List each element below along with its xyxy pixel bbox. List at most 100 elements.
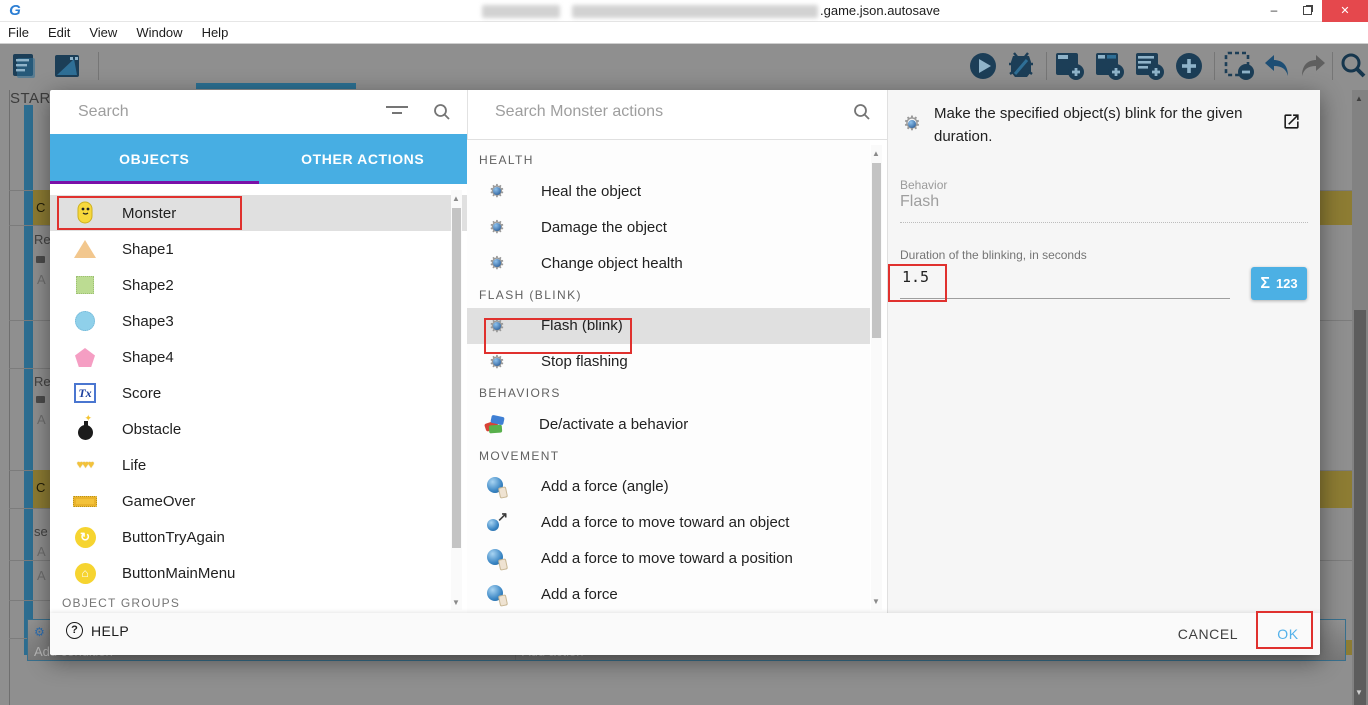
- action-row-force-toward-position[interactable]: Add a force to move toward a position: [467, 541, 870, 577]
- ok-button[interactable]: OK: [1264, 621, 1312, 647]
- action-row-flash-blink[interactable]: ⚙ Flash (blink): [467, 307, 870, 344]
- open-in-new-icon[interactable]: [1282, 112, 1301, 136]
- action-search-input[interactable]: [495, 98, 825, 126]
- object-row-shape1[interactable]: Shape1: [50, 231, 467, 267]
- action-row-add-force-partial[interactable]: Add a force: [467, 577, 870, 613]
- help-label: HELP: [91, 622, 130, 639]
- gdevelop-logo-icon: G: [9, 2, 21, 19]
- action-list-scrollbar[interactable]: ▲ ▼: [871, 145, 882, 610]
- object-row-buttonmainmenu[interactable]: ⌂ ButtonMainMenu: [50, 555, 467, 591]
- add-subevent-icon[interactable]: [1092, 49, 1126, 83]
- action-row-deactivate-behavior[interactable]: De/activate a behavior: [467, 406, 870, 442]
- redo-icon[interactable]: [1296, 49, 1330, 83]
- comment-block: [1320, 190, 1352, 225]
- toolbar-separator: [98, 52, 99, 80]
- object-row-shape3[interactable]: Shape3: [50, 303, 467, 339]
- scrollbar-thumb[interactable]: [452, 208, 461, 548]
- object-label: Life: [122, 456, 147, 474]
- object-label: Monster: [122, 204, 177, 222]
- tab-other-actions[interactable]: OTHER ACTIONS: [259, 134, 468, 184]
- close-button[interactable]: ✕: [1322, 0, 1368, 22]
- text-fragment: A: [37, 412, 46, 427]
- object-row-shape4[interactable]: Shape4: [50, 339, 467, 375]
- object-row-buttontryagain[interactable]: ↻ ButtonTryAgain: [50, 519, 467, 555]
- object-search-input[interactable]: [78, 98, 378, 126]
- debug-icon[interactable]: [1004, 49, 1038, 83]
- field-underline: [900, 222, 1308, 223]
- search-icon: [854, 104, 870, 120]
- expression-button-label: 123: [1275, 276, 1298, 291]
- square-icon: [72, 272, 98, 298]
- text-fragment: A: [37, 568, 46, 583]
- action-row-add-force-angle[interactable]: Add a force (angle): [467, 469, 870, 505]
- add-circle-icon[interactable]: [1172, 49, 1206, 83]
- hearts-icon: ♥♥♥: [76, 459, 95, 471]
- play-preview-icon[interactable]: [966, 49, 1000, 83]
- scrollbar-thumb[interactable]: [872, 163, 881, 338]
- object-row-gameover[interactable]: GameOver: [50, 483, 467, 519]
- object-label: Obstacle: [122, 420, 182, 438]
- action-row-heal[interactable]: ⚙ Heal the object: [467, 173, 870, 209]
- expression-editor-button[interactable]: Σ 123: [1251, 267, 1307, 300]
- action-row-change-health[interactable]: ⚙ Change object health: [467, 245, 870, 281]
- gear-icon: ⚙: [488, 217, 506, 238]
- action-row-force-toward-object[interactable]: Add a force to move toward an object: [467, 505, 870, 541]
- force-icon: [485, 475, 509, 499]
- duration-field-label: Duration of the blinking, in seconds: [900, 248, 1087, 262]
- circle-icon: [72, 308, 98, 334]
- object-list-scrollbar[interactable]: ▲ ▼: [451, 190, 462, 610]
- search-icon: [434, 104, 450, 120]
- action-row-stop-flashing[interactable]: ⚙ Stop flashing: [467, 344, 870, 380]
- text-fragment: C: [36, 480, 46, 495]
- text-fragment: A: [37, 544, 46, 559]
- menu-window[interactable]: Window: [136, 25, 193, 40]
- cancel-button[interactable]: CANCEL: [1172, 621, 1244, 647]
- menu-file[interactable]: File: [8, 25, 40, 40]
- object-label: Shape1: [122, 240, 174, 258]
- scroll-up-icon[interactable]: ▲: [872, 149, 880, 158]
- menu-view[interactable]: View: [89, 25, 128, 40]
- object-row-shape2[interactable]: Shape2: [50, 267, 467, 303]
- gear-icon: ⚙: [488, 315, 506, 336]
- scroll-up-icon[interactable]: ▲: [452, 194, 460, 203]
- maximize-button[interactable]: [1292, 0, 1322, 22]
- object-row-monster[interactable]: Monster: [50, 195, 467, 231]
- toolbar-separator: [1046, 52, 1047, 80]
- add-event-icon[interactable]: [1052, 49, 1086, 83]
- scroll-up-icon[interactable]: ▲: [1355, 94, 1363, 103]
- action-list: HEALTH ⚙ Heal the object ⚙ Damage the ob…: [467, 140, 870, 613]
- action-row-damage[interactable]: ⚙ Damage the object: [467, 209, 870, 245]
- scroll-down-icon[interactable]: ▼: [872, 597, 880, 606]
- help-button[interactable]: ? HELP: [66, 622, 129, 639]
- event-indent-bar: [24, 105, 33, 655]
- behavior-field-value: Flash: [900, 193, 940, 210]
- object-list: Monster Shape1 Shape2 Shape3 Shape4 Tx S…: [50, 184, 467, 613]
- undo-icon[interactable]: [1260, 49, 1294, 83]
- restore-icon: [1302, 6, 1312, 15]
- filter-icon[interactable]: [386, 106, 408, 116]
- gear-icon: ⚙: [488, 181, 506, 202]
- force-icon: [485, 547, 509, 571]
- scroll-down-icon[interactable]: ▼: [452, 598, 460, 607]
- toolbar-search-icon[interactable]: [1336, 49, 1368, 83]
- remove-event-icon[interactable]: [1222, 49, 1256, 83]
- object-row-score[interactable]: Tx Score: [50, 375, 467, 411]
- add-comment-icon[interactable]: [1132, 49, 1166, 83]
- scroll-down-icon[interactable]: ▼: [1355, 688, 1363, 697]
- action-label: Add a force (angle): [541, 478, 669, 496]
- redacted-title-segment: [572, 5, 818, 18]
- menu-help[interactable]: Help: [202, 25, 240, 40]
- object-row-obstacle[interactable]: Obstacle: [50, 411, 467, 447]
- menu-edit[interactable]: Edit: [48, 25, 81, 40]
- tab-objects[interactable]: OBJECTS: [50, 134, 259, 184]
- duration-input[interactable]: [902, 268, 1022, 286]
- action-detail-panel: ⚙ Make the specified object(s) blink for…: [887, 90, 1320, 613]
- dialog-footer: ? HELP CANCEL OK: [50, 613, 1320, 655]
- minimize-button[interactable]: –: [1258, 0, 1290, 22]
- scene-editor-icon[interactable]: [50, 49, 84, 83]
- toolbar-separator: [1332, 52, 1333, 80]
- field-underline: [900, 298, 1230, 299]
- project-manager-icon[interactable]: [8, 49, 42, 83]
- action-description: Make the specified object(s) blink for t…: [934, 105, 1243, 145]
- object-row-life[interactable]: ♥♥♥ Life: [50, 447, 467, 483]
